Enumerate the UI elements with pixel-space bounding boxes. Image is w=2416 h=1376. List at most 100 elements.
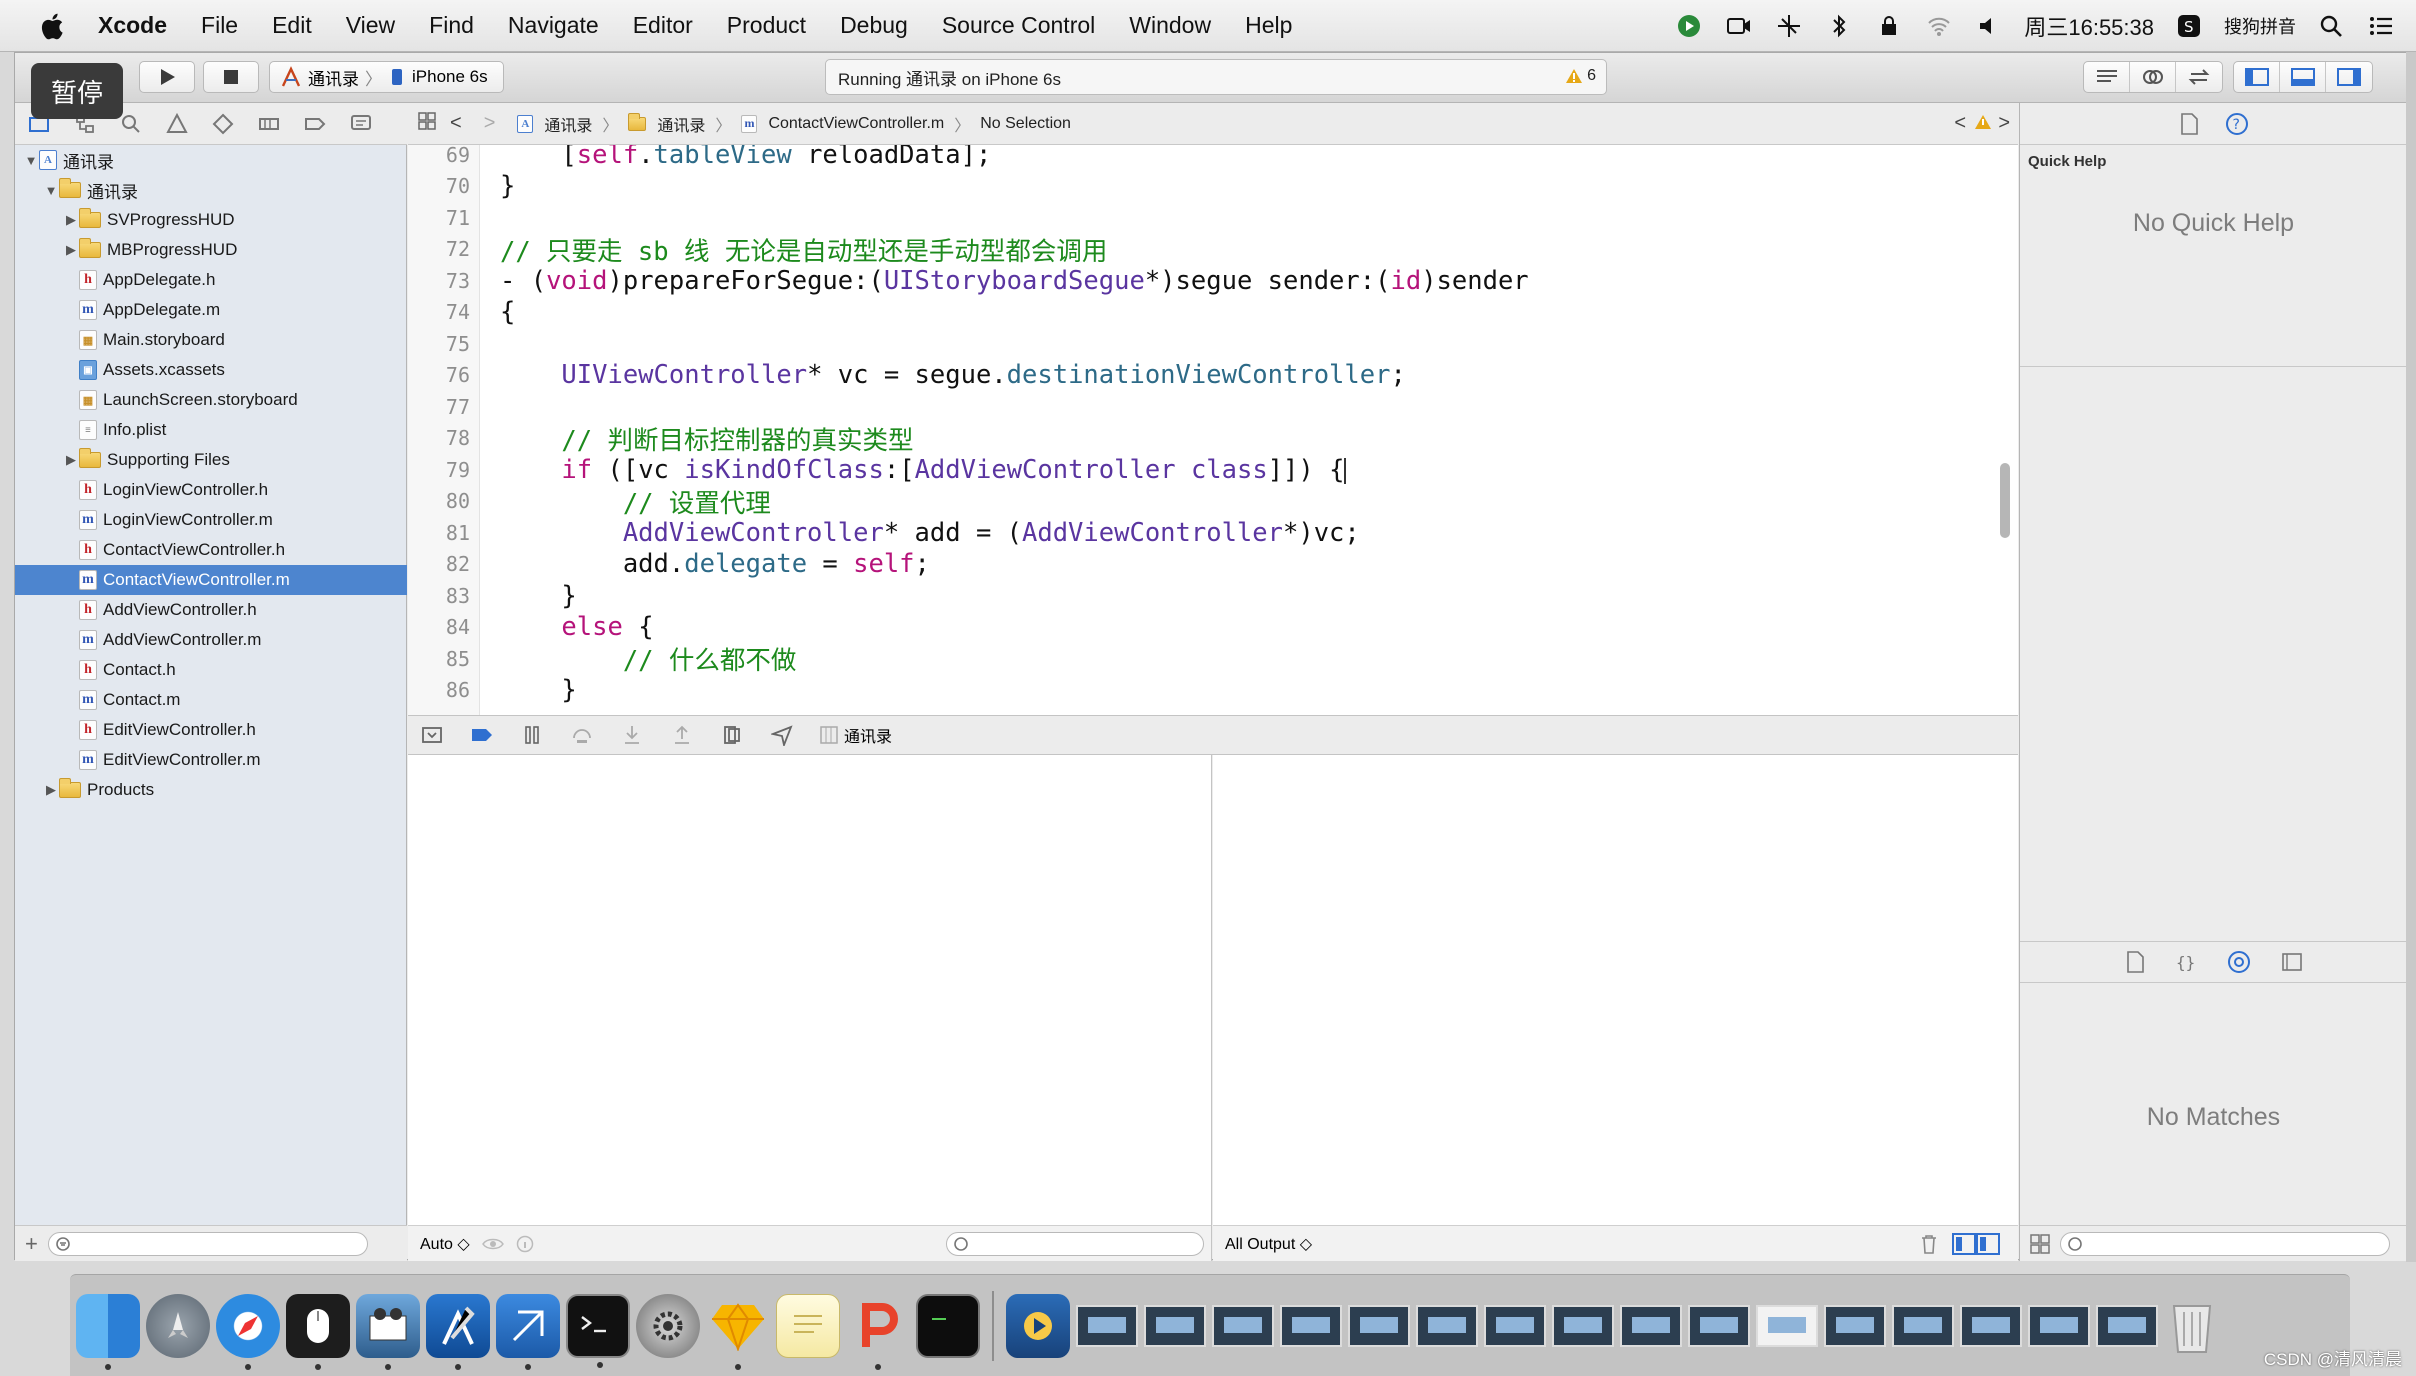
media-library-icon[interactable] (2281, 951, 2303, 973)
previous-issue-icon[interactable]: < (1954, 112, 1966, 135)
step-out-button[interactable] (670, 724, 694, 746)
disclosure-triangle-icon[interactable]: ▶ (63, 452, 79, 468)
file-tree-item[interactable]: ▦ LaunchScreen.storyboard (15, 385, 407, 415)
code-line[interactable]: 78 // 判断目标控制器的真实类型 (408, 423, 1968, 456)
spotlight-search-icon[interactable] (2316, 13, 2346, 39)
volume-icon[interactable] (1974, 13, 2004, 39)
view-debugger-button[interactable] (720, 724, 744, 746)
standard-editor-button[interactable] (2084, 62, 2130, 92)
step-into-button[interactable] (620, 724, 644, 746)
menu-edit[interactable]: Edit (272, 12, 312, 39)
safari-icon[interactable] (216, 1293, 280, 1370)
file-tree-item[interactable]: ▼ A 通讯录 (15, 145, 407, 175)
breakpoint-navigator-tab[interactable] (303, 112, 327, 136)
variables-scope-selector[interactable]: Auto ◇ (420, 1234, 470, 1254)
menu-help[interactable]: Help (1245, 12, 1292, 39)
file-tree-item[interactable]: h LoginViewController.h (15, 475, 407, 505)
disclosure-triangle-icon[interactable]: ▶ (43, 782, 59, 798)
file-tree-item[interactable]: m ContactViewController.m (15, 565, 407, 595)
file-tree-item[interactable]: ▼ 通讯录 (15, 175, 407, 205)
menu-clock[interactable]: 周三16:55:38 (2024, 10, 2154, 42)
file-tree-item[interactable]: ≡ Info.plist (15, 415, 407, 445)
hide-debug-area-button[interactable] (420, 724, 444, 746)
minimized-window-thumb[interactable] (1416, 1304, 1478, 1347)
jumpbar-file[interactable]: m ContactViewController.m (741, 114, 944, 133)
issue-navigator-tab[interactable] (165, 112, 189, 136)
add-file-icon[interactable]: + (25, 1231, 38, 1257)
code-line[interactable]: 75 (408, 328, 1968, 360)
disclosure-triangle-icon[interactable]: ▶ (63, 212, 79, 228)
code-line[interactable]: 77 (408, 391, 1968, 423)
toggle-navigator-button[interactable] (2234, 62, 2280, 92)
test-navigator-tab[interactable] (211, 112, 235, 136)
console-output-selector[interactable]: All Output ◇ (1225, 1234, 1312, 1254)
trash-icon[interactable] (1920, 1234, 1938, 1254)
quicktime-recording-icon[interactable] (1006, 1293, 1070, 1358)
run-button[interactable] (139, 61, 195, 93)
grid-view-icon[interactable] (2030, 1233, 2050, 1254)
file-tree-item[interactable]: m LoginViewController.m (15, 505, 407, 535)
menu-view[interactable]: View (346, 12, 395, 39)
disclosure-triangle-icon[interactable]: ▼ (43, 183, 59, 198)
code-line[interactable]: 69 [self.tableView reloadData]; (408, 145, 1968, 171)
menu-source-control[interactable]: Source Control (942, 12, 1095, 39)
file-tree-item[interactable]: ▶ SVProgressHUD (15, 205, 407, 235)
file-tree-item[interactable]: ▶ Supporting Files (15, 445, 407, 475)
variables-filter-input[interactable] (946, 1231, 1204, 1256)
warning-indicator[interactable]: 6 (1565, 67, 1596, 85)
minimized-window-thumb[interactable] (1688, 1304, 1750, 1347)
code-line[interactable]: 74 { (408, 297, 1968, 329)
forward-arrow-icon[interactable]: > (484, 112, 496, 135)
input-method-label[interactable]: 搜狗拼音 (2224, 13, 2296, 39)
console-app-icon[interactable] (916, 1293, 980, 1358)
related-items-icon[interactable] (418, 112, 436, 135)
pause-continue-button[interactable] (520, 724, 544, 746)
camera-icon[interactable] (1724, 13, 1754, 39)
report-navigator-tab[interactable] (349, 112, 373, 136)
code-line[interactable]: 71 (408, 202, 1968, 234)
minimized-window-thumb[interactable] (1484, 1304, 1546, 1347)
menu-navigate[interactable]: Navigate (508, 12, 599, 39)
minimized-window-thumb[interactable] (1144, 1304, 1206, 1347)
minimized-window-thumb[interactable] (1756, 1304, 1818, 1347)
menu-app-xcode[interactable]: Xcode (98, 12, 167, 39)
minimized-window-thumb[interactable] (1212, 1304, 1274, 1347)
minimized-window-thumb[interactable] (1280, 1304, 1342, 1347)
minimized-window-thumb[interactable] (1620, 1304, 1682, 1347)
split-view-icon[interactable] (1952, 1232, 2000, 1255)
network-icon[interactable] (1774, 13, 1804, 39)
jumpbar-selection[interactable]: No Selection (980, 115, 1071, 133)
menu-debug[interactable]: Debug (840, 12, 908, 39)
system-preferences-icon[interactable] (636, 1293, 700, 1358)
file-tree-item[interactable]: m Contact.m (15, 685, 407, 715)
notes-icon[interactable] (776, 1293, 840, 1358)
code-line[interactable]: 80 // 设置代理 (408, 486, 1968, 519)
code-line[interactable]: 72 // 只要走 sb 线 无论是自动型还是手动型都会调用 (408, 234, 1968, 267)
quick-help-icon[interactable]: ? (2225, 112, 2249, 136)
file-inspector-icon[interactable] (2179, 112, 2199, 135)
file-tree-item[interactable]: m AppDelegate.m (15, 295, 407, 325)
menu-find[interactable]: Find (429, 12, 474, 39)
editor-scrollbar[interactable] (2000, 463, 2010, 538)
lock-icon[interactable] (1874, 13, 1904, 39)
minimized-window-thumb[interactable] (1960, 1304, 2022, 1347)
variables-view[interactable]: Auto ◇ (408, 755, 1212, 1261)
apple-menu-icon[interactable] (40, 11, 68, 41)
back-arrow-icon[interactable]: < (450, 112, 462, 135)
sketch-icon[interactable] (706, 1294, 770, 1370)
code-line[interactable]: 73 - (void)prepareForSegue:(UIStoryboardS… (408, 265, 1968, 297)
code-line[interactable]: 83 } (408, 580, 1968, 612)
trash-icon[interactable] (2164, 1294, 2220, 1358)
finder-icon[interactable] (76, 1293, 140, 1370)
launchpad-icon[interactable] (146, 1293, 210, 1358)
wps-presentation-icon[interactable] (846, 1294, 910, 1370)
eye-icon[interactable] (481, 1236, 504, 1252)
debug-navigator-tab[interactable] (257, 112, 281, 136)
disclosure-triangle-icon[interactable]: ▼ (23, 153, 39, 168)
minimized-window-thumb[interactable] (1824, 1304, 1886, 1347)
file-tree-item[interactable]: h Contact.h (15, 655, 407, 685)
file-tree-item[interactable]: h EditViewController.h (15, 715, 407, 745)
next-issue-icon[interactable]: > (1998, 112, 2010, 135)
code-line[interactable]: 70} (408, 171, 1968, 203)
scheme-selector[interactable]: 通讯录 〉 iPhone 6s (269, 61, 504, 93)
